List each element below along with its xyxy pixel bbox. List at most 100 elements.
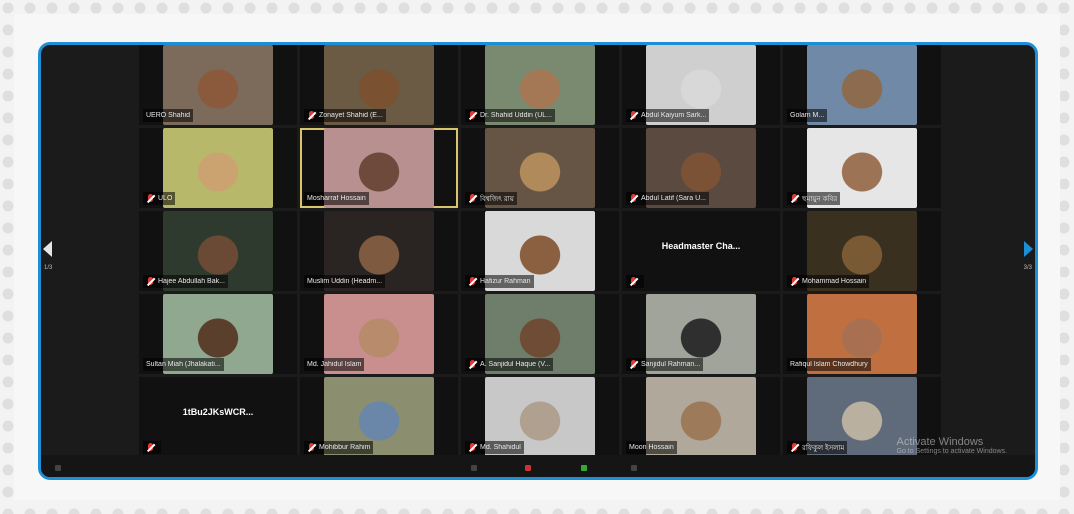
- participant-tile[interactable]: Muslim Uddin (Headm...: [300, 211, 458, 291]
- muted-microphone-icon: [468, 111, 477, 120]
- participant-tile[interactable]: ULO: [139, 128, 297, 208]
- participant-name: Hajee Abdullah Bak...: [158, 278, 225, 285]
- participant-name: Dr. Shahid Uddin (UL...: [480, 112, 552, 119]
- participant-tile[interactable]: Rafiqul Islam Chowdhury: [783, 294, 941, 374]
- record-button[interactable]: [631, 465, 637, 471]
- participant-name: UERO Shahid: [146, 112, 190, 119]
- participant-tile[interactable]: A. Sanjidul Haque (V...: [461, 294, 619, 374]
- muted-microphone-icon: [629, 111, 638, 120]
- participant-tile[interactable]: Dr. Shahid Uddin (UL...: [461, 45, 619, 125]
- participant-tile[interactable]: Md. Shahidul: [461, 377, 619, 457]
- meeting-toolbar: [41, 455, 1035, 477]
- muted-microphone-icon: [307, 111, 316, 120]
- participant-name-bar: Mohammad Hossain: [787, 275, 870, 288]
- participant-name-bar: [626, 275, 644, 288]
- participant-name-bar: রফিকুল ইসলাম: [787, 441, 848, 454]
- participant-name-bar: Mohibbur Rahim: [304, 441, 374, 454]
- participant-name: বিশ্বজিৎ রায়: [480, 195, 514, 203]
- participant-name-bar: Muslim Uddin (Headm...: [304, 275, 386, 288]
- muted-microphone-icon: [468, 443, 477, 452]
- participant-tile[interactable]: Mohibbur Rahim: [300, 377, 458, 457]
- muted-microphone-icon: [790, 443, 799, 452]
- previous-page-number: 1/3: [44, 265, 53, 271]
- participant-name: A. Sanjidul Haque (V...: [480, 361, 551, 368]
- participant-name: Mosharraf Hossain: [307, 195, 366, 202]
- muted-microphone-icon: [146, 277, 155, 286]
- participant-name-bar: Md. Shahidul: [465, 441, 524, 454]
- participant-tile[interactable]: Moon Hossain: [622, 377, 780, 457]
- participant-tile[interactable]: Mosharraf Hossain: [300, 128, 458, 208]
- participant-tile[interactable]: বিশ্বজিৎ রায়: [461, 128, 619, 208]
- participant-name: Muslim Uddin (Headm...: [307, 278, 383, 285]
- participant-tile[interactable]: Mohammad Hossain: [783, 211, 941, 291]
- participant-name-bar: Hafizur Rahman: [465, 275, 534, 288]
- muted-microphone-icon: [790, 194, 799, 203]
- muted-microphone-icon: [307, 443, 316, 452]
- participant-name: Sultan Miah (Jhalakati...: [146, 361, 221, 368]
- participant-name: Abdul Latif (Sara U...: [641, 195, 706, 202]
- participant-tile[interactable]: Sultan Miah (Jhalakati...: [139, 294, 297, 374]
- muted-microphone-icon: [629, 277, 638, 286]
- participant-name-bar: Sanjidul Rahman...: [626, 358, 704, 371]
- muted-microphone-icon: [468, 194, 477, 203]
- participant-video: [163, 377, 273, 457]
- participant-name: Mohammad Hossain: [802, 278, 867, 285]
- participant-name-bar: Hajee Abdullah Bak...: [143, 275, 228, 288]
- chat-button[interactable]: [581, 465, 587, 471]
- next-page-number: 3/3: [1023, 265, 1032, 271]
- muted-microphone-icon: [468, 277, 477, 286]
- next-page-arrow-icon[interactable]: [1024, 241, 1033, 257]
- participant-display-name: 1tBu2JKsWCR...: [182, 407, 254, 417]
- participant-tile[interactable]: Abdul Latif (Sara U...: [622, 128, 780, 208]
- participant-tile[interactable]: UERO Shahid: [139, 45, 297, 125]
- participant-name: Hafizur Rahman: [480, 278, 531, 285]
- participant-name-bar: Sultan Miah (Jhalakati...: [143, 358, 224, 371]
- participant-display-name: Headmaster Cha...: [661, 241, 741, 251]
- participant-name: Md. Jahidul Islam: [307, 361, 362, 368]
- participant-name-bar: বিশ্বজিৎ রায়: [465, 192, 517, 205]
- mute-button[interactable]: [55, 465, 61, 471]
- participant-name-bar: [143, 441, 161, 454]
- participant-name-bar: Abdul Latif (Sara U...: [626, 192, 709, 205]
- participant-tile[interactable]: Golam M...: [783, 45, 941, 125]
- participant-name: রফিকুল ইসলাম: [802, 444, 845, 452]
- participant-name: Mohibbur Rahim: [319, 444, 371, 451]
- watermark-line1: Activate Windows: [896, 436, 984, 448]
- participant-name-bar: UERO Shahid: [143, 109, 193, 122]
- muted-microphone-icon: [146, 194, 155, 203]
- previous-page-arrow-icon[interactable]: [43, 241, 52, 257]
- participant-tile[interactable]: Abdul Kaiyum Sark...: [622, 45, 780, 125]
- share-screen-button[interactable]: [525, 465, 531, 471]
- participant-name: Abdul Kaiyum Sark...: [641, 112, 707, 119]
- participant-tile[interactable]: 1tBu2JKsWCR...: [139, 377, 297, 457]
- participant-name: হুমায়ুন কবির: [802, 195, 838, 203]
- participants-button[interactable]: [471, 465, 477, 471]
- muted-microphone-icon: [629, 360, 638, 369]
- participant-tile[interactable]: Hajee Abdullah Bak...: [139, 211, 297, 291]
- participant-tile[interactable]: Headmaster Cha...: [622, 211, 780, 291]
- participant-name-bar: Abdul Kaiyum Sark...: [626, 109, 710, 122]
- participant-name-bar: Mosharraf Hossain: [304, 192, 369, 205]
- participant-tile[interactable]: Hafizur Rahman: [461, 211, 619, 291]
- muted-microphone-icon: [146, 443, 155, 452]
- activate-windows-watermark: Activate Windows Go to Settings to activ…: [897, 436, 1008, 455]
- participant-name: Zonayet Shahid (E...: [319, 112, 383, 119]
- participant-video: [163, 128, 273, 208]
- participant-name: Sanjidul Rahman...: [641, 361, 701, 368]
- participant-video: [646, 211, 756, 291]
- gallery-grid: UERO Shahid Zonayet Shahid (E... Dr. Shahi…: [139, 45, 941, 459]
- participant-name: ULO: [158, 195, 173, 202]
- participant-name-bar: A. Sanjidul Haque (V...: [465, 358, 554, 371]
- participant-name-bar: Moon Hossain: [626, 441, 677, 454]
- muted-microphone-icon: [790, 277, 799, 286]
- participant-tile[interactable]: Sanjidul Rahman...: [622, 294, 780, 374]
- participant-name-bar: Golam M...: [787, 109, 828, 122]
- participant-tile[interactable]: Md. Jahidul Islam: [300, 294, 458, 374]
- participant-name-bar: হুমায়ুন কবির: [787, 192, 841, 205]
- muted-microphone-icon: [468, 360, 477, 369]
- watermark-line2: Go to Settings to activate Windows.: [896, 448, 1008, 455]
- participant-tile[interactable]: Zonayet Shahid (E...: [300, 45, 458, 125]
- participant-tile[interactable]: হুমায়ুন কবির: [783, 128, 941, 208]
- video-call-window: 1/3 3/3 UERO Shahid Zonayet Shahid (E... D…: [38, 42, 1038, 480]
- participant-name-bar: ULO: [143, 192, 176, 205]
